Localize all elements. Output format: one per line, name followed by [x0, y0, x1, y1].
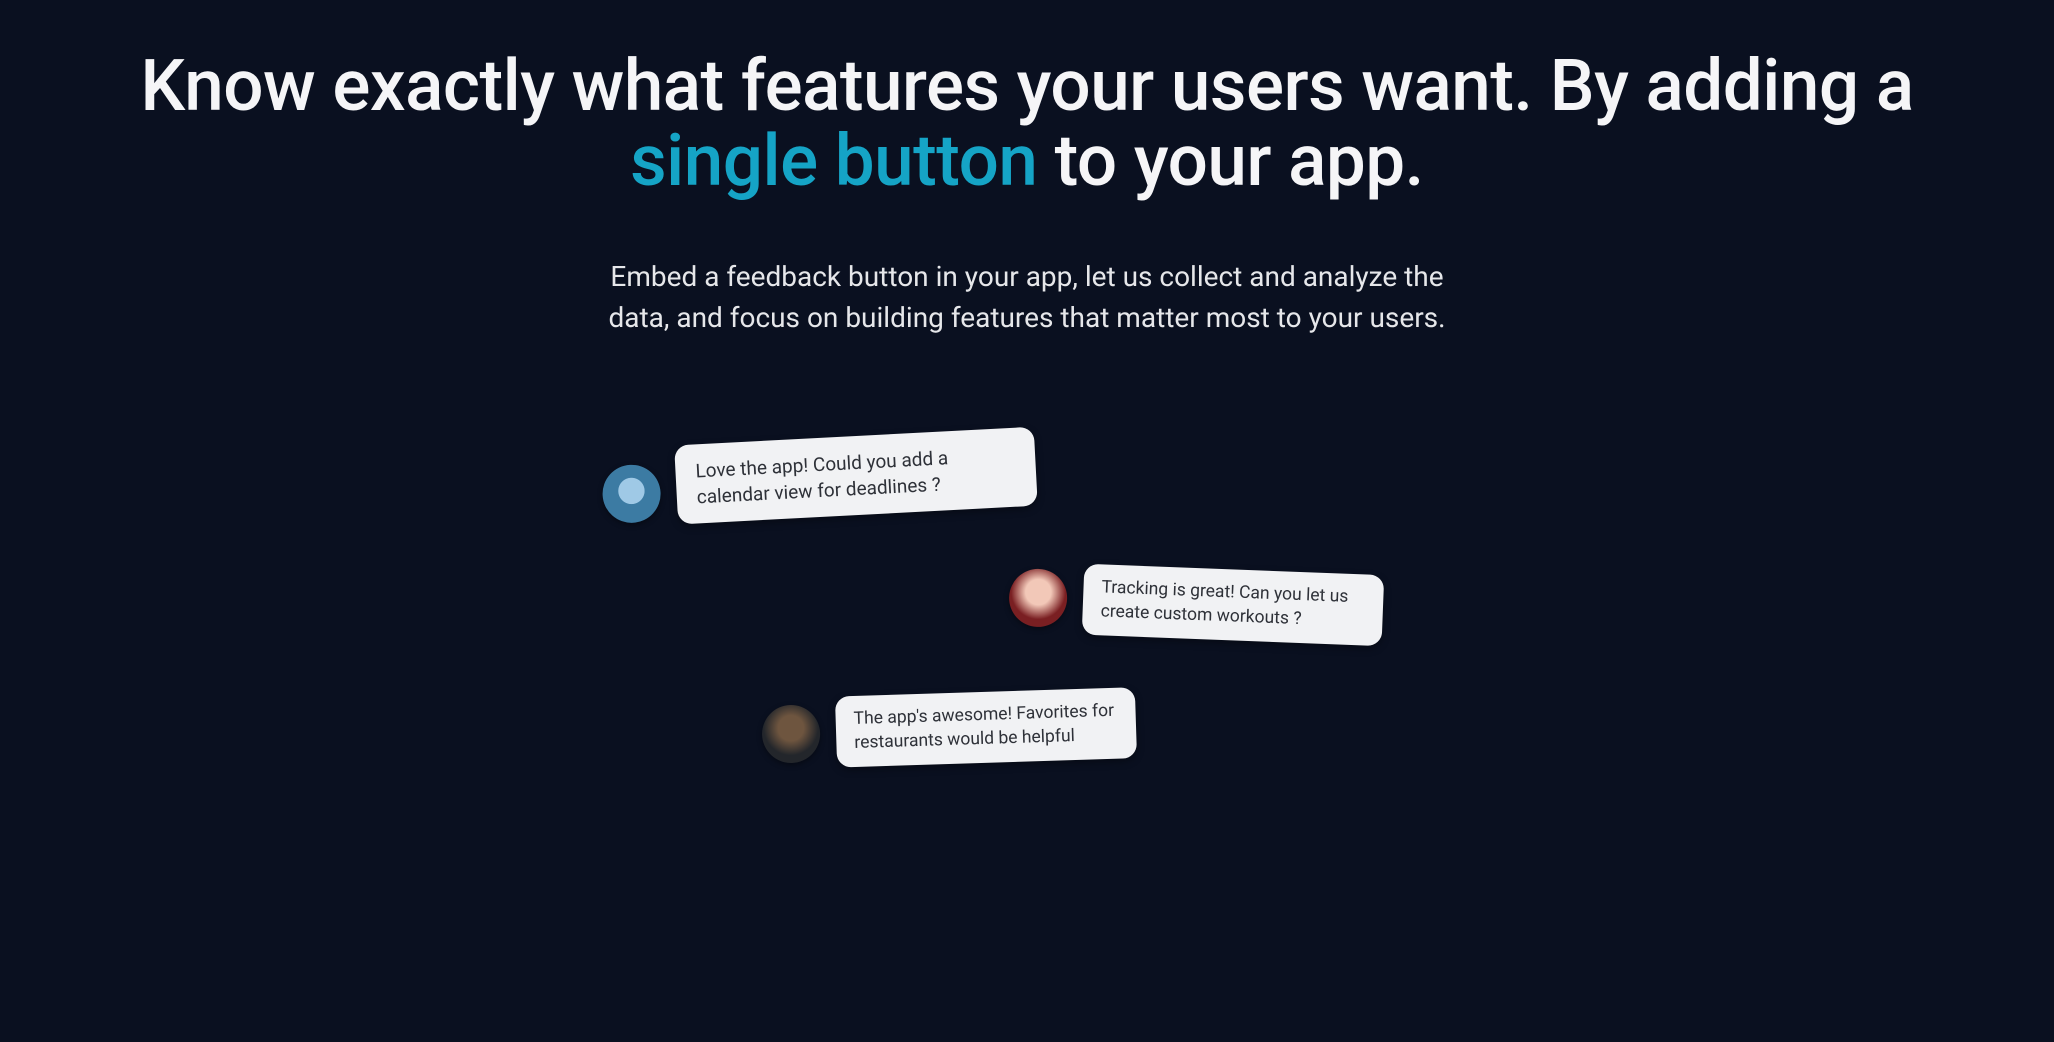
testimonial-bubble: Tracking is great! Can you let us create… — [1082, 564, 1385, 647]
testimonial-card: The app's awesome! Favorites for restaur… — [761, 687, 1137, 770]
hero-headline-post: to your app. — [1037, 120, 1423, 203]
avatar-icon — [761, 704, 821, 764]
testimonial-bubble: Love the app! Could you add a calendar v… — [674, 427, 1038, 525]
hero-subhead: Embed a feedback button in your app, let… — [577, 257, 1477, 338]
testimonial-card: Love the app! Could you add a calendar v… — [600, 427, 1038, 529]
hero-headline-accent: single button — [630, 120, 1037, 203]
hero-headline: Know exactly what features your users wa… — [40, 50, 2014, 199]
testimonial-cards: Love the app! Could you add a calendar v… — [257, 418, 1797, 838]
testimonial-bubble: The app's awesome! Favorites for restaur… — [835, 687, 1137, 768]
testimonial-card: Tracking is great! Can you let us create… — [1008, 561, 1384, 647]
hero-headline-pre: Know exactly what features your users wa… — [140, 45, 1913, 128]
hero-section: Know exactly what features your users wa… — [0, 50, 2054, 338]
avatar-icon — [1008, 568, 1068, 628]
avatar-icon — [601, 463, 662, 524]
